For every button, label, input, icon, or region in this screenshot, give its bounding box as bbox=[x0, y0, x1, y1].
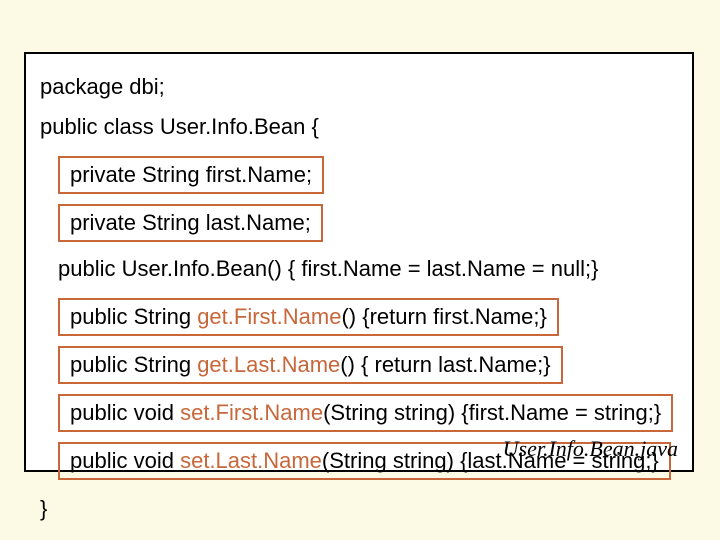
method-set-first-name: public void set.First.Name(String string… bbox=[58, 394, 673, 432]
method-get-first-name: public String get.First.Name() {return f… bbox=[58, 298, 559, 336]
method-prefix: public String bbox=[70, 304, 197, 329]
code-frame: package dbi; public class User.Info.Bean… bbox=[24, 52, 694, 472]
code-line-constructor: public User.Info.Bean() { first.Name = l… bbox=[58, 256, 678, 282]
code-line-package: package dbi; bbox=[40, 74, 678, 100]
method-prefix: public String bbox=[70, 352, 197, 377]
method-name-accent: get.First.Name bbox=[197, 304, 341, 329]
code-line-close-brace: } bbox=[40, 496, 678, 522]
method-suffix: () { return last.Name;} bbox=[340, 352, 550, 377]
method-suffix: () {return first.Name;} bbox=[341, 304, 546, 329]
code-line-class-decl: public class User.Info.Bean { bbox=[40, 114, 678, 140]
method-name-accent: set.Last.Name bbox=[180, 448, 322, 473]
method-prefix: public void bbox=[70, 400, 180, 425]
field-last-name: private String last.Name; bbox=[58, 204, 323, 242]
method-name-accent: get.Last.Name bbox=[197, 352, 340, 377]
filename-label: User.Info.Bean.java bbox=[503, 436, 678, 462]
method-prefix: public void bbox=[70, 448, 180, 473]
method-get-last-name: public String get.Last.Name() { return l… bbox=[58, 346, 563, 384]
method-suffix: (String string) {first.Name = string;} bbox=[323, 400, 661, 425]
field-first-name: private String first.Name; bbox=[58, 156, 324, 194]
method-name-accent: set.First.Name bbox=[180, 400, 323, 425]
